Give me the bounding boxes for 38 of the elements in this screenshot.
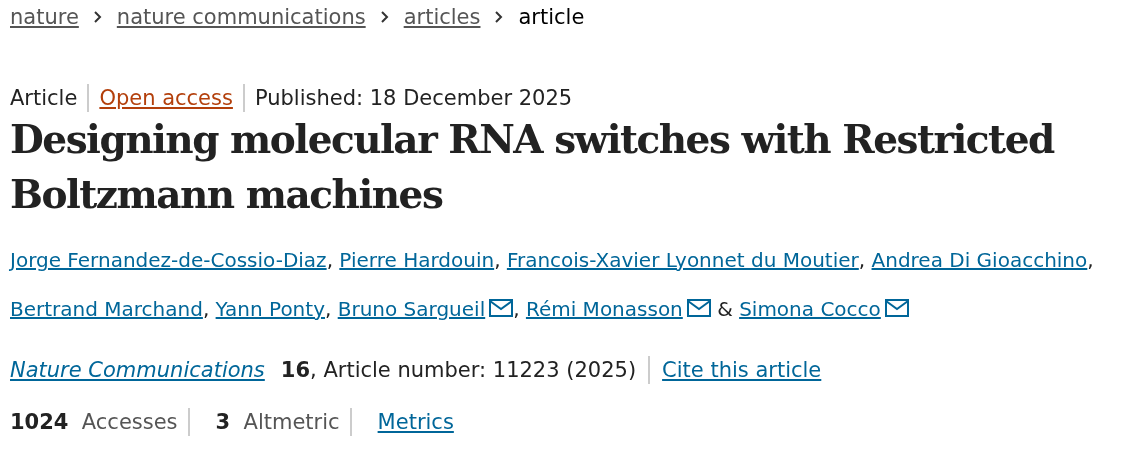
comma: , [202, 297, 210, 321]
comma: , [858, 248, 866, 272]
author-link[interactable]: Bruno Sargueil [337, 297, 486, 321]
author-link[interactable]: Rémi Monasson [525, 297, 683, 321]
cite-link[interactable]: Cite this article [662, 358, 822, 382]
article-type: Article [10, 86, 78, 110]
comma: , [1087, 248, 1094, 272]
chevron-icon [92, 10, 103, 24]
author-link[interactable]: Francois-Xavier Lyonnet du Moutier [506, 248, 859, 272]
author-link[interactable]: Pierre Hardouin [339, 248, 495, 272]
volume-number: 16 [280, 358, 311, 382]
ampersand: & [717, 297, 733, 321]
breadcrumb-link[interactable]: nature communications [116, 5, 366, 29]
chevron-icon [379, 10, 390, 24]
chevron-icon [494, 10, 505, 24]
author-link[interactable]: Andrea Di Gioacchino [871, 248, 1088, 272]
comma: , [513, 297, 520, 321]
author-link[interactable]: Yann Ponty [215, 297, 325, 321]
open-access-link[interactable]: Open access [99, 86, 233, 110]
comma: , [325, 297, 332, 321]
mail-icon[interactable] [884, 299, 909, 317]
breadcrumb-link[interactable]: nature [10, 5, 79, 29]
article-title: Designing molecular RNA switches with Restricted Boltzmann machines [10, 115, 1056, 219]
author-link[interactable]: Jorge Fernandez-de-Cossio-Diaz [10, 248, 327, 272]
article-number: , Article number: 11223 (2025) [310, 358, 637, 382]
comma: , [494, 248, 501, 272]
metric-stat: 1024 Accesses [10, 410, 178, 434]
mail-icon[interactable] [686, 299, 711, 317]
metrics-link[interactable]: Metrics [377, 410, 454, 434]
author-link[interactable]: Simona Cocco [739, 297, 881, 321]
journal-link[interactable]: Nature Communications [10, 358, 265, 382]
metric-stat: 3 Altmetric [215, 410, 340, 434]
breadcrumb-link[interactable]: articles [403, 5, 481, 29]
mail-icon[interactable] [489, 299, 514, 317]
comma: , [326, 248, 333, 272]
breadcrumb-current: article [518, 5, 585, 29]
published-date: Published: 18 December 2025 [254, 86, 573, 110]
author-link[interactable]: Bertrand Marchand [10, 297, 203, 321]
